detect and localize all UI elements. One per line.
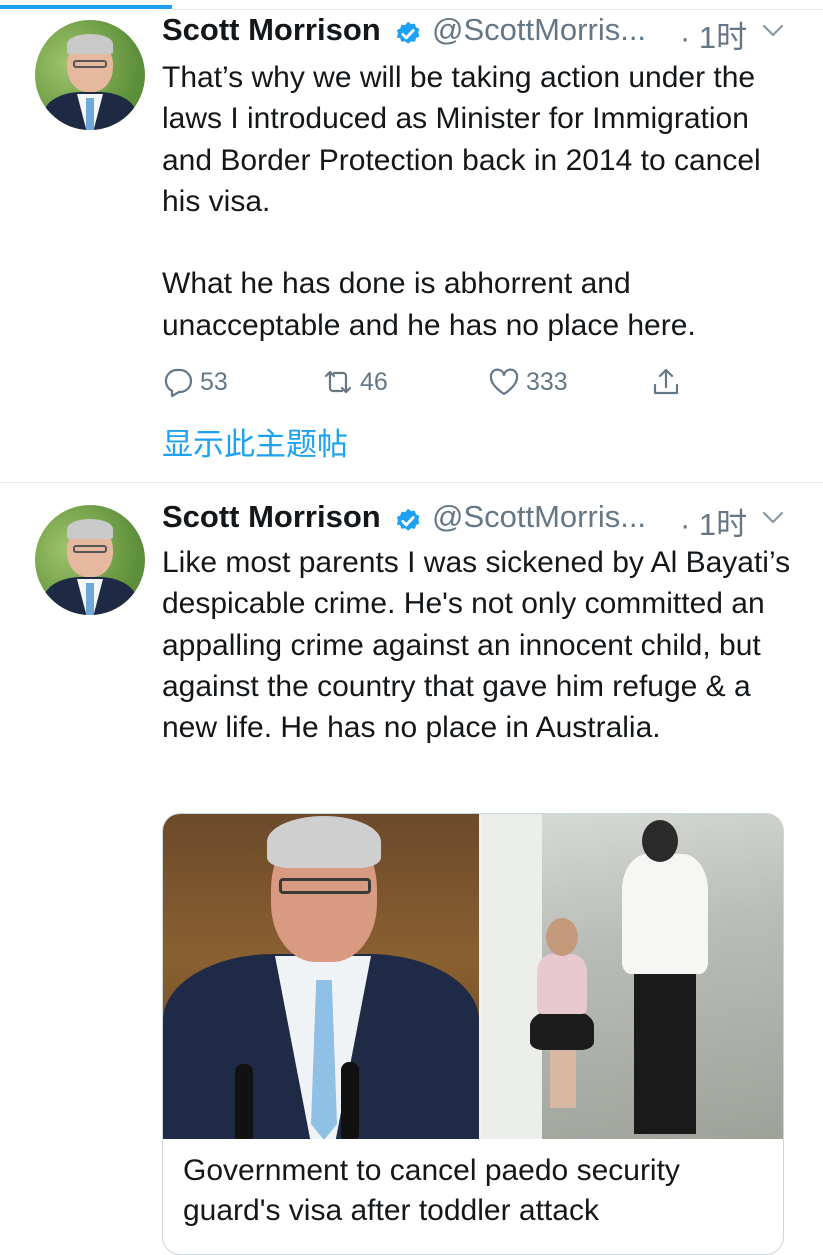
heart-icon — [489, 368, 519, 396]
link-preview-card[interactable]: Government to cancel paedo security guar… — [162, 813, 784, 1255]
reply-count: 53 — [200, 367, 228, 396]
author-handle[interactable]: @ScottMorris... — [432, 499, 646, 535]
verified-badge-icon — [396, 508, 420, 531]
tweet[interactable]: Scott Morrison @ScottMorris... · 1时 That… — [0, 0, 823, 482]
retweet-button[interactable]: 46 — [322, 364, 388, 400]
tweet-time[interactable]: · 1时 — [680, 499, 747, 544]
tweet-text: That’s why we will be taking action unde… — [162, 61, 761, 342]
author-name[interactable]: Scott Morrison — [162, 12, 381, 48]
avatar[interactable] — [35, 20, 145, 130]
author-handle[interactable]: @ScottMorris... — [432, 12, 646, 48]
avatar[interactable] — [35, 505, 145, 615]
like-button[interactable]: 333 — [488, 364, 568, 400]
card-photo-left — [163, 814, 479, 1139]
tweet-time[interactable]: · 1时 — [680, 12, 747, 57]
tweet-header: Scott Morrison @ScottMorris... · 1时 — [162, 12, 802, 56]
reply-button[interactable]: 53 — [162, 364, 228, 400]
show-thread-link[interactable]: 显示此主题帖 — [162, 419, 348, 464]
verified-badge-icon — [396, 21, 420, 44]
retweet-count: 46 — [360, 367, 388, 396]
chevron-down-icon[interactable] — [762, 511, 784, 525]
card-photo-right — [482, 814, 783, 1139]
share-button[interactable] — [650, 364, 682, 400]
like-count: 333 — [526, 367, 568, 396]
card-image — [163, 814, 783, 1139]
author-name[interactable]: Scott Morrison — [162, 499, 381, 535]
chevron-down-icon[interactable] — [762, 24, 784, 38]
share-icon — [653, 368, 679, 395]
card-title[interactable]: Government to cancel paedo security guar… — [183, 1151, 763, 1231]
tweet-header: Scott Morrison @ScottMorris... · 1时 — [162, 499, 802, 543]
tweet-text: Like most parents I was sickened by Al B… — [162, 546, 791, 745]
reply-icon — [164, 368, 193, 398]
tweet-actions: 53 46 333 — [162, 364, 802, 400]
retweet-icon — [324, 370, 352, 394]
